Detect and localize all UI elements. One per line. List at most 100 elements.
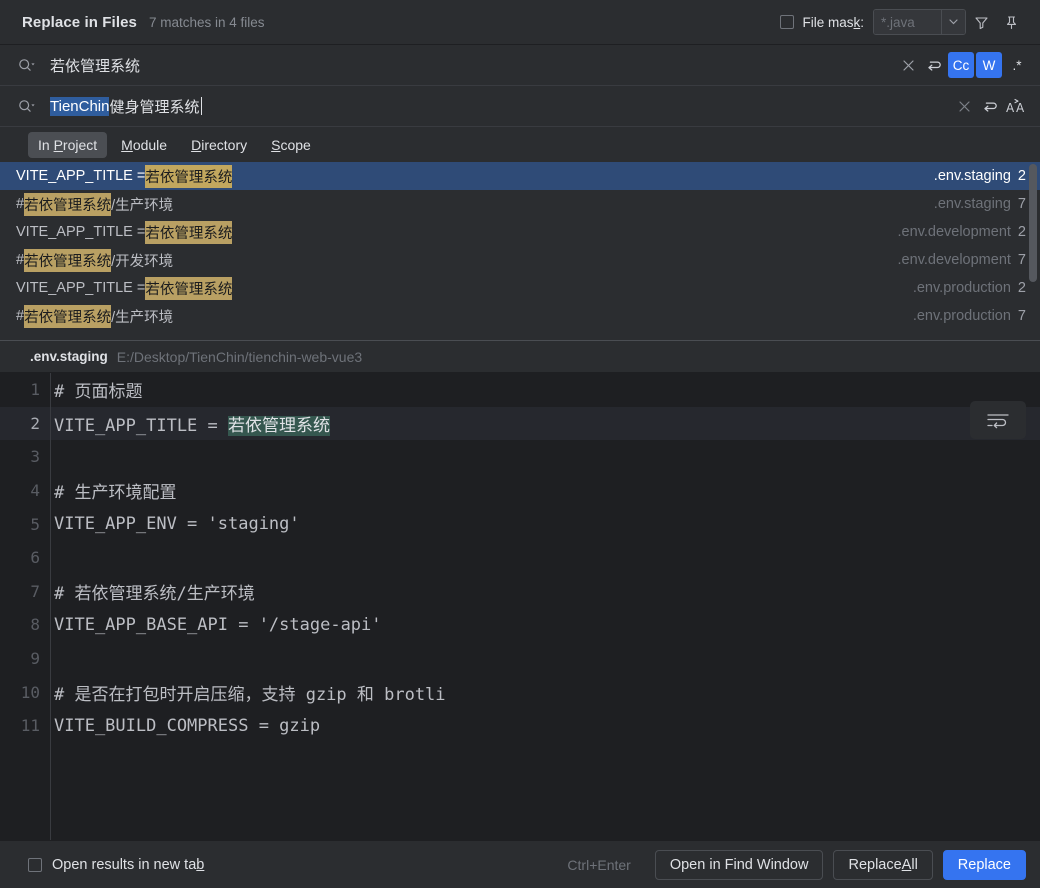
- search-history-icon[interactable]: [922, 53, 946, 77]
- scope-tabs: In Project Module Directory Scope: [0, 127, 1040, 162]
- dialog-footer: Open results in new tab Ctrl+Enter Open …: [0, 840, 1040, 888]
- editor-line: 11 VITE_BUILD_COMPRESS = gzip: [0, 709, 1040, 743]
- results-scrollbar[interactable]: [1029, 164, 1037, 282]
- preview-file-dir: E:/Desktop/TienChin/tienchin-web-vue3: [116, 348, 363, 365]
- open-results-new-tab-checkbox[interactable]: [28, 857, 42, 872]
- result-prefix: VITE_APP_TITLE =: [16, 224, 146, 240]
- line-content: # 若依管理系统/生产环境: [54, 583, 255, 604]
- editor-line: 10 # 是否在打包时开启压缩，支持 gzip 和 brotli: [0, 675, 1040, 709]
- result-file: .env.staging: [933, 168, 1011, 184]
- result-line: 7: [1017, 252, 1026, 268]
- table-row[interactable]: VITE_APP_TITLE = 若依管理系统 .env.production 2: [0, 274, 1040, 302]
- page-title: Replace in Files: [22, 13, 137, 31]
- result-line: 7: [1017, 308, 1026, 324]
- result-prefix: #: [16, 252, 25, 268]
- text-caret: [200, 97, 202, 115]
- replace-all-button[interactable]: Replace All: [833, 849, 933, 880]
- search-icon[interactable]: [18, 58, 44, 73]
- open-in-find-window-button[interactable]: Open in Find Window: [654, 849, 824, 880]
- line-number: 1: [30, 380, 40, 400]
- line-number: 8: [30, 615, 40, 635]
- tab-in-project[interactable]: In Project: [28, 131, 108, 158]
- words-toggle[interactable]: W: [976, 52, 1002, 78]
- line-number: 10: [20, 682, 40, 702]
- result-prefix: #: [16, 196, 25, 212]
- file-mask-combo[interactable]: *.java: [873, 9, 966, 35]
- replace-options: AA: [952, 93, 1030, 119]
- result-match: 若依管理系统: [24, 192, 112, 216]
- replace-in-files-dialog: Replace in Files 7 matches in 4 files Fi…: [0, 0, 1040, 888]
- line-number: 3: [30, 447, 40, 467]
- search-input[interactable]: 若依管理系统: [44, 55, 896, 76]
- result-file: .env.development: [897, 224, 1011, 240]
- clear-search-icon[interactable]: [896, 53, 920, 77]
- replace-input[interactable]: TienChin 健身管理系统: [44, 96, 952, 117]
- search-field-row: 若依管理系统 Cc W .*: [0, 45, 1040, 86]
- clear-replace-icon[interactable]: [952, 94, 976, 118]
- result-match: 若依管理系统: [145, 164, 233, 188]
- line-content: VITE_APP_BASE_API = '/stage-api': [54, 614, 382, 635]
- chevron-down-icon[interactable]: [941, 10, 965, 34]
- shortcut-hint: Ctrl+Enter: [567, 856, 631, 873]
- regex-toggle[interactable]: .*: [1004, 52, 1030, 78]
- result-file: .env.staging: [933, 196, 1011, 212]
- soft-wrap-icon[interactable]: [970, 401, 1026, 439]
- line-number: 7: [30, 581, 40, 601]
- tab-directory[interactable]: Directory: [181, 132, 257, 158]
- replace-search-icon[interactable]: [18, 99, 44, 114]
- preserve-case-icon[interactable]: AA: [1004, 93, 1030, 119]
- table-row[interactable]: # 若依管理系统/生产环境 .env.production 7: [0, 302, 1040, 330]
- table-row[interactable]: # 若依管理系统/开发环境 .env.development 7: [0, 246, 1040, 274]
- replace-field-row: TienChin 健身管理系统 AA: [0, 86, 1040, 127]
- tab-module[interactable]: Module: [111, 132, 177, 158]
- result-match: 若依管理系统: [24, 248, 112, 272]
- result-line: 2: [1017, 280, 1026, 296]
- results-list[interactable]: VITE_APP_TITLE = 若依管理系统 .env.staging 2 # …: [0, 162, 1040, 341]
- result-prefix: #: [16, 308, 25, 324]
- table-row[interactable]: VITE_APP_TITLE = 若依管理系统 .env.staging 2: [0, 162, 1040, 190]
- line-content: # 页面标题: [54, 382, 143, 403]
- result-match: 若依管理系统: [145, 220, 233, 244]
- line-number: 5: [30, 514, 40, 534]
- line-content: # 生产环境配置: [54, 483, 177, 504]
- result-suffix: /生产环境: [111, 309, 174, 326]
- filter-icon[interactable]: [966, 7, 996, 37]
- replace-button[interactable]: Replace: [942, 849, 1026, 880]
- result-line: 2: [1017, 224, 1026, 240]
- open-results-new-tab-label: Open results in new tab: [52, 856, 205, 873]
- editor-line: 9: [0, 642, 1040, 676]
- match-case-toggle[interactable]: Cc: [948, 52, 974, 78]
- line-number: 11: [20, 716, 40, 736]
- tab-scope[interactable]: Scope: [261, 132, 321, 158]
- editor-line: 3: [0, 440, 1040, 474]
- editor-line: 8 VITE_APP_BASE_API = '/stage-api': [0, 608, 1040, 642]
- result-file: .env.production: [912, 280, 1011, 296]
- line-content: VITE_APP_ENV = 'staging': [54, 514, 300, 535]
- pin-icon[interactable]: [996, 7, 1026, 37]
- replace-rest-text: 健身管理系统: [109, 98, 200, 116]
- file-mask-label: File mask:: [802, 14, 864, 30]
- match-summary: 7 matches in 4 files: [148, 14, 265, 30]
- open-results-new-tab-option[interactable]: Open results in new tab: [28, 857, 204, 873]
- svg-text:A: A: [1006, 101, 1015, 115]
- result-prefix: VITE_APP_TITLE =: [16, 168, 146, 184]
- editor-line: 6: [0, 541, 1040, 575]
- replace-history-icon[interactable]: [978, 94, 1002, 118]
- preview-editor[interactable]: 1 # 页面标题 2 VITE_APP_TITLE = 若依管理系统 3 4 #…: [0, 373, 1040, 840]
- line-number: 2: [30, 413, 40, 433]
- svg-text:A: A: [1016, 101, 1025, 115]
- dialog-header: Replace in Files 7 matches in 4 files Fi…: [0, 0, 1040, 45]
- preview-file-header: .env.staging E:/Desktop/TienChin/tienchi…: [0, 341, 1040, 373]
- table-row[interactable]: VITE_APP_TITLE = 若依管理系统 .env.development…: [0, 218, 1040, 246]
- line-number: 4: [30, 481, 40, 501]
- line-content: # 是否在打包时开启压缩，支持 gzip 和 brotli: [54, 684, 446, 705]
- file-mask-input[interactable]: *.java: [874, 10, 941, 34]
- result-suffix: /生产环境: [111, 197, 174, 214]
- result-file: .env.development: [897, 252, 1011, 268]
- file-mask-checkbox[interactable]: [780, 15, 795, 29]
- result-prefix: VITE_APP_TITLE =: [16, 280, 146, 296]
- gutter-divider: [50, 373, 51, 840]
- result-file: .env.production: [912, 308, 1011, 324]
- table-row[interactable]: # 若依管理系统/生产环境 .env.staging 7: [0, 190, 1040, 218]
- editor-line: 7 # 若依管理系统/生产环境: [0, 575, 1040, 609]
